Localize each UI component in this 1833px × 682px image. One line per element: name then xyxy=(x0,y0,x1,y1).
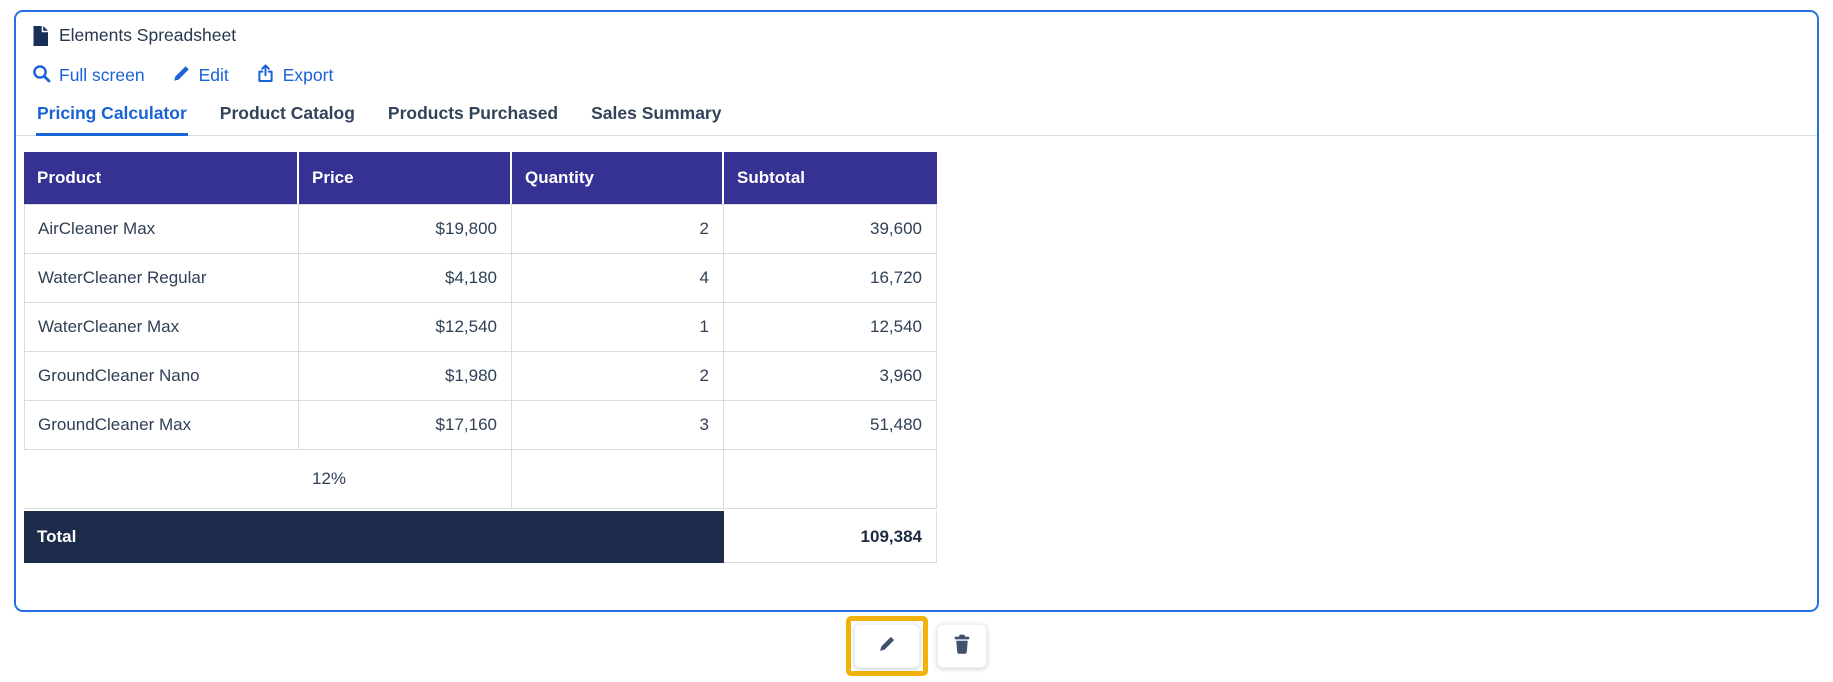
full-screen-label: Full screen xyxy=(59,65,145,86)
total-value-cell: 109,384 xyxy=(724,511,937,563)
tab-sales-summary[interactable]: Sales Summary xyxy=(590,103,722,136)
empty-cell xyxy=(724,450,937,508)
discount-label-cell: Discount xyxy=(24,450,299,508)
discount-row: Discount 12% xyxy=(24,450,937,509)
spreadsheet-widget: Elements Spreadsheet Full screen Edit xyxy=(14,10,1819,612)
full-screen-button[interactable]: Full screen xyxy=(32,64,145,88)
cell-quantity: 3 xyxy=(512,401,724,449)
empty-cell xyxy=(512,450,724,508)
cell-quantity: 4 xyxy=(512,254,724,302)
document-icon xyxy=(32,26,48,46)
cell-subtotal: 12,540 xyxy=(724,303,937,351)
table-row: GroundCleaner Max$17,160351,480 xyxy=(24,401,937,450)
column-header-product: Price xyxy=(299,152,512,204)
cell-quantity: 2 xyxy=(512,205,724,253)
magnifier-icon xyxy=(32,64,51,88)
edit-label: Edit xyxy=(199,65,229,86)
table-row: AirCleaner Max$19,800239,600 xyxy=(24,205,937,254)
widget-title: Elements Spreadsheet xyxy=(59,25,236,46)
floating-action-bar xyxy=(0,616,1833,676)
tab-products-purchased[interactable]: Products Purchased xyxy=(387,103,559,136)
export-label: Export xyxy=(283,65,334,86)
tab-product-catalog[interactable]: Product Catalog xyxy=(219,103,356,136)
column-header-subtotal: Subtotal xyxy=(724,152,937,204)
cell-quantity: 1 xyxy=(512,303,724,351)
cell-price: $19,800 xyxy=(299,205,512,253)
cell-quantity: 2 xyxy=(512,352,724,400)
cell-price: $12,540 xyxy=(299,303,512,351)
total-row: Total 109,384 xyxy=(24,511,937,563)
cell-product: WaterCleaner Regular xyxy=(24,254,299,302)
delete-button[interactable] xyxy=(937,624,987,668)
cell-subtotal: 39,600 xyxy=(724,205,937,253)
pencil-icon xyxy=(172,64,191,88)
cell-price: $1,980 xyxy=(299,352,512,400)
edit-link-button[interactable]: Edit xyxy=(172,64,229,88)
tab-pricing-calculator[interactable]: Pricing Calculator xyxy=(36,103,188,136)
cell-price: $4,180 xyxy=(299,254,512,302)
table-row: WaterCleaner Max$12,540112,540 xyxy=(24,303,937,352)
total-label-cell: Total xyxy=(24,511,724,563)
toolbar: Full screen Edit Export xyxy=(32,63,1817,88)
pencil-icon xyxy=(877,634,897,659)
cell-product: AirCleaner Max xyxy=(24,205,299,253)
cell-product: GroundCleaner Max xyxy=(24,401,299,449)
cell-subtotal: 16,720 xyxy=(724,254,937,302)
export-icon xyxy=(256,63,275,88)
export-button[interactable]: Export xyxy=(256,63,334,88)
tab-bar: Pricing Calculator Product Catalog Produ… xyxy=(16,103,1817,136)
table-row: GroundCleaner Nano$1,98023,960 xyxy=(24,352,937,401)
table-body: AirCleaner Max$19,800239,600WaterCleaner… xyxy=(24,204,937,450)
widget-header: Elements Spreadsheet xyxy=(32,25,1817,46)
cell-price: $17,160 xyxy=(299,401,512,449)
cell-subtotal: 51,480 xyxy=(724,401,937,449)
discount-value-cell: 12% xyxy=(299,450,512,508)
trash-icon xyxy=(953,634,971,659)
cell-product: WaterCleaner Max xyxy=(24,303,299,351)
pricing-table: Product Price Quantity Subtotal AirClean… xyxy=(24,152,937,563)
table-row: WaterCleaner Regular$4,180416,720 xyxy=(24,254,937,303)
column-header-product: Product xyxy=(24,152,299,204)
table-header-row: Product Price Quantity Subtotal xyxy=(24,152,937,204)
edit-button[interactable] xyxy=(854,624,920,668)
highlight-box xyxy=(846,616,928,676)
cell-product: GroundCleaner Nano xyxy=(24,352,299,400)
column-header-quantity: Quantity xyxy=(512,152,724,204)
cell-subtotal: 3,960 xyxy=(724,352,937,400)
